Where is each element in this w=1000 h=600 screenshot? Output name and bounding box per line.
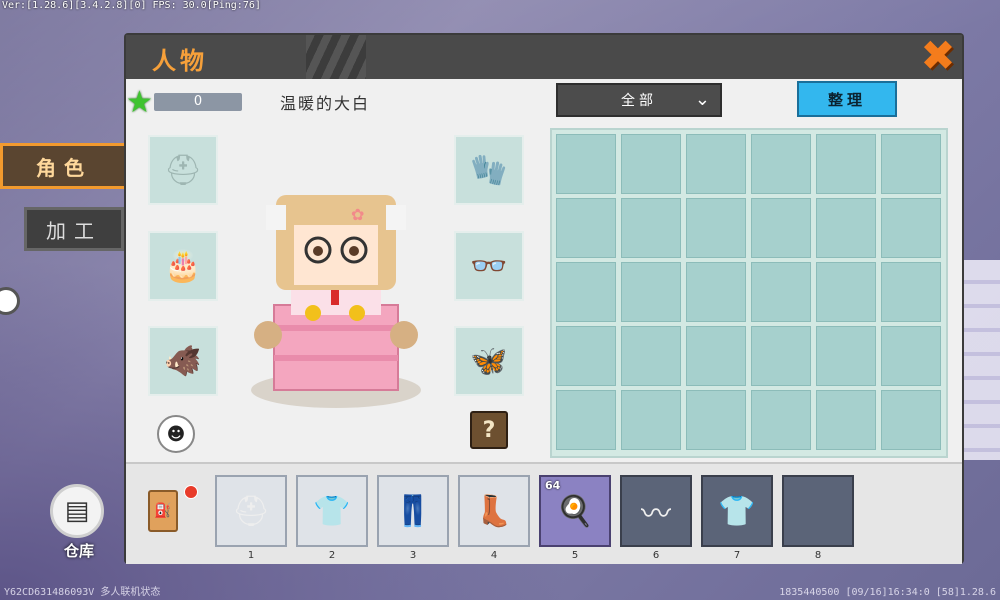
face-icon: ☻: [166, 423, 186, 445]
equip-slot-left-2[interactable]: 🎂: [148, 231, 218, 301]
backpack-cell[interactable]: [686, 134, 746, 194]
equip-slot-right-1[interactable]: 🧤: [454, 135, 524, 205]
backpack-cell[interactable]: [751, 262, 811, 322]
backpack-cell[interactable]: [556, 134, 616, 194]
hotbar-number: 4: [490, 550, 498, 561]
close-button[interactable]: ✖: [914, 31, 962, 80]
client-info: 1835440500 [09/16]16:34:0 [58]1.28.6: [779, 587, 996, 598]
backpack-cell[interactable]: [751, 198, 811, 258]
tab-craft[interactable]: 加工: [24, 207, 124, 251]
avatar-button[interactable]: ☻: [157, 415, 195, 453]
character-name: 温暖的大白: [280, 94, 371, 113]
beast-icon: 🐗: [164, 343, 202, 379]
backpack-cell[interactable]: [881, 326, 941, 386]
glasses-icon: 👓: [470, 248, 508, 284]
hotbar-slot-1[interactable]: ⛑: [215, 475, 287, 547]
hotbar-number: 2: [328, 550, 336, 561]
backpack-cell[interactable]: [686, 262, 746, 322]
backpack-cell[interactable]: [686, 326, 746, 386]
notification-dot: [184, 485, 198, 499]
panel-header: 人物 ✖: [126, 31, 962, 80]
egg-bowl-icon: 🍳: [556, 493, 594, 529]
hotbar-slot-5[interactable]: 🍳 64: [539, 475, 611, 547]
backpack-cell[interactable]: [751, 134, 811, 194]
feather-icon: 〰: [641, 497, 671, 532]
filter-label: 全部: [621, 93, 657, 109]
cake-icon: 🎂: [164, 248, 202, 284]
chain-boots-icon: 👢: [475, 493, 513, 529]
backpack-cell[interactable]: [881, 390, 941, 450]
hotbar-slot-7[interactable]: 👕: [701, 475, 773, 547]
backpack-cell[interactable]: [751, 326, 811, 386]
warehouse-button[interactable]: ▤ 仓库: [50, 484, 108, 561]
backpack-cell[interactable]: [621, 262, 681, 322]
panel-title: 人物: [152, 47, 208, 75]
backpack-cell[interactable]: [686, 198, 746, 258]
backpack-cell[interactable]: [621, 326, 681, 386]
backpack-cell[interactable]: [556, 326, 616, 386]
equip-slot-left-3[interactable]: 🐗: [148, 326, 218, 396]
backpack-cell[interactable]: [881, 262, 941, 322]
backpack-cell[interactable]: [816, 390, 876, 450]
chevron-down-icon: ⌄: [694, 89, 710, 110]
tab-role[interactable]: 角色: [0, 143, 128, 189]
hotbar: ⛽ ⛑ 1 👕 2 👖 3 👢 4 🍳 64 5 〰 6 👕 7 8: [126, 462, 962, 564]
hotbar-number: 5: [571, 550, 579, 561]
hotbar-number: 8: [814, 550, 822, 561]
warehouse-label: 仓库: [63, 542, 94, 560]
chain-leggings-icon: 👖: [394, 493, 432, 529]
backpack-cell[interactable]: [816, 198, 876, 258]
backpack-cell[interactable]: [816, 262, 876, 322]
backpack-cell[interactable]: [556, 262, 616, 322]
equip-slot-right-3[interactable]: 🦋: [454, 326, 524, 396]
warehouse-icon: ▤: [50, 484, 104, 538]
hotbar-slot-8[interactable]: [782, 475, 854, 547]
character-panel: 人物 ✖ 0 ★ 温暖的大白 全部 ⌄ 整理 ⛑ 🎂 🐗 🧤 👓 🦋 ✿ ☻ ?: [126, 31, 962, 564]
backpack-cell[interactable]: [881, 198, 941, 258]
jersey-icon: 👕: [718, 493, 756, 529]
hotbar-slot-2[interactable]: 👕: [296, 475, 368, 547]
equip-slot-right-2[interactable]: 👓: [454, 231, 524, 301]
svg-text:✿: ✿: [351, 205, 364, 224]
backpack-cell[interactable]: [816, 326, 876, 386]
backpack-grid: [550, 128, 948, 458]
sort-button[interactable]: 整理: [797, 81, 897, 117]
hotbar-slot-4[interactable]: 👢: [458, 475, 530, 547]
backpack-cell[interactable]: [556, 198, 616, 258]
hotbar-number: 3: [409, 550, 417, 561]
character-avatar: ✿: [251, 195, 421, 408]
equip-slot-left-1[interactable]: ⛑: [148, 135, 218, 205]
gloves-icon: 🧤: [470, 152, 508, 188]
filter-dropdown[interactable]: 全部 ⌄: [556, 83, 722, 117]
backpack-cell[interactable]: [621, 198, 681, 258]
hotbar-number: 1: [247, 550, 255, 561]
chain-helmet-icon: ⛑: [231, 493, 271, 529]
backpack-cell[interactable]: [816, 134, 876, 194]
backpack-cell[interactable]: [621, 134, 681, 194]
scene-blocks: [960, 260, 1000, 460]
backpack-cell[interactable]: [556, 390, 616, 450]
backpack-icon[interactable]: ⛽: [148, 490, 178, 532]
helmet-icon: ⛑: [163, 152, 203, 188]
debug-info: Ver:[1.28.6][3.4.2.8][0] FPS: 30.0[Ping:…: [2, 0, 261, 11]
backpack-cell[interactable]: [751, 390, 811, 450]
hotbar-slot-3[interactable]: 👖: [377, 475, 449, 547]
header-stripe: [306, 35, 366, 79]
hotbar-number: 7: [733, 550, 741, 561]
help-button[interactable]: ?: [470, 411, 508, 449]
backpack-cell[interactable]: [686, 390, 746, 450]
hotbar-slot-6[interactable]: 〰: [620, 475, 692, 547]
chain-chestplate-icon: 👕: [313, 493, 351, 529]
hotbar-number: 6: [652, 550, 660, 561]
item-count: 64: [545, 479, 561, 492]
room-status: Y62CD631486093V 多人联机状态: [4, 587, 161, 598]
star-icon: ★: [126, 85, 153, 120]
backpack-cell[interactable]: [881, 134, 941, 194]
pet-icon: 🦋: [470, 343, 508, 379]
star-count: 0: [154, 93, 242, 111]
backpack-cell[interactable]: [621, 390, 681, 450]
